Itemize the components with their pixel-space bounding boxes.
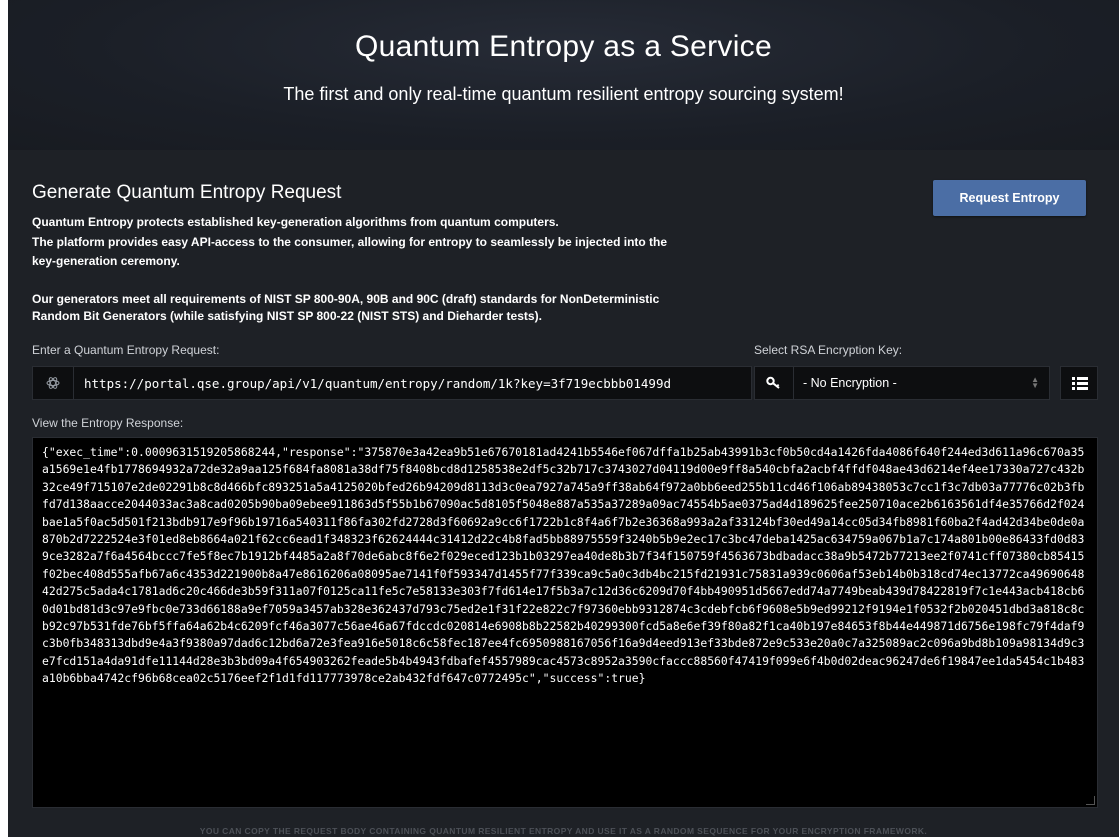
key-icon: [755, 367, 794, 399]
section-title: Generate Quantum Entropy Request: [32, 182, 342, 203]
resize-grip-icon[interactable]: [1086, 796, 1095, 805]
select-arrows-icon: ▲ ▼: [1031, 375, 1039, 390]
response-label: View the Entropy Response:: [32, 416, 184, 430]
page-title: Quantum Entropy as a Service: [355, 30, 772, 63]
request-url-group: [32, 366, 752, 400]
description-line-4: Our generators meet all requirements of …: [32, 292, 660, 306]
description-line-3: key-generation ceremony.: [32, 254, 180, 268]
description-line-2: The platform provides easy API-access to…: [32, 235, 668, 249]
hero-header: Quantum Entropy as a Service The first a…: [8, 0, 1119, 150]
description-line-5: Random Bit Generators (while satisfying …: [32, 309, 542, 323]
request-label: Enter a Quantum Entropy Request:: [32, 343, 220, 357]
atom-icon: [33, 367, 74, 399]
encryption-key-group: - No Encryption - ▲ ▼: [754, 366, 1050, 400]
page-subtitle: The first and only real-time quantum res…: [283, 84, 844, 104]
footer-note: YOU CAN COPY THE REQUEST BODY CONTAINING…: [199, 826, 928, 836]
list-icon[interactable]: [1060, 366, 1098, 400]
encryption-key-label: Select RSA Encryption Key:: [754, 343, 903, 357]
entropy-response-text: {"exec_time":0.0009631519205868244,"resp…: [42, 445, 1085, 686]
encryption-key-select[interactable]: - No Encryption -: [803, 376, 897, 390]
app-frame: Quantum Entropy as a Service The first a…: [8, 0, 1119, 837]
description-line-1: Quantum Entropy protects established key…: [32, 215, 559, 229]
request-entropy-button[interactable]: Request Entropy: [933, 180, 1086, 216]
entropy-response-textarea[interactable]: {"exec_time":0.0009631519205868244,"resp…: [32, 437, 1098, 808]
request-url-input[interactable]: [74, 367, 749, 399]
entropy-request-panel: Generate Quantum Entropy Request Request…: [8, 150, 1119, 837]
